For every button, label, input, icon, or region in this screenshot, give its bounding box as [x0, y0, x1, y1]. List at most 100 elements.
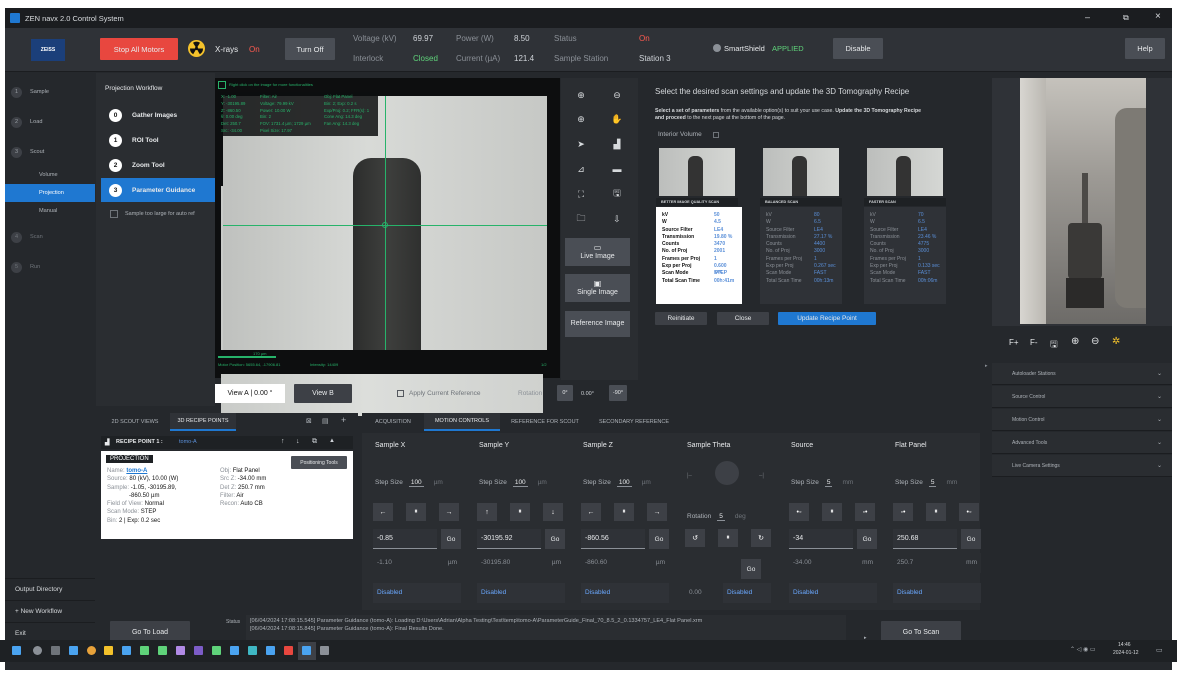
sidebar-item-run[interactable]: 5 Run [11, 257, 93, 277]
notification-icon[interactable]: ▭ [1156, 646, 1163, 654]
rotation-step-input[interactable]: 5 [717, 513, 725, 521]
jog-right-button[interactable]: ◦• [855, 503, 875, 521]
jog-stop-button[interactable]: ⏸ [614, 503, 634, 521]
close-icon[interactable]: × [1155, 11, 1161, 22]
jog-left-button[interactable]: •◦ [789, 503, 809, 521]
zoom-out-icon[interactable]: ⊖ [599, 86, 635, 104]
line-profile-icon[interactable]: ▬ [599, 160, 635, 178]
tray-icons[interactable]: ⌃ ◁ ◉ ▭ [1070, 646, 1096, 653]
scan-option-better-quality[interactable]: BETTER IMAGE QUALITY SCAN kV 50 W 4.5 Sour… [656, 148, 742, 305]
histogram-icon[interactable]: ▟ [599, 135, 635, 153]
step-size-input[interactable]: 100 [616, 479, 632, 487]
save-icon[interactable]: 🖫 [599, 185, 635, 203]
single-image-button[interactable]: ▣ Single Image [565, 274, 630, 302]
sidebar-sub-volume[interactable]: Volume [5, 166, 95, 184]
help-button[interactable]: Help [1125, 38, 1165, 59]
scan-option-balanced[interactable]: BALANCED SCAN kV 80 W 6.5 Source Filter LE4… [760, 148, 842, 305]
target-input[interactable]: -30195.92 [477, 529, 541, 549]
reinitiate-button[interactable]: Reinitiate [655, 312, 707, 325]
jog-right-button[interactable]: → [647, 503, 667, 521]
workflow-step-parameter-guidance[interactable]: 3 Parameter Guidance [101, 178, 215, 202]
task-view-icon[interactable] [51, 646, 60, 655]
step-size-input[interactable]: 5 [928, 479, 937, 487]
search-icon[interactable] [33, 646, 42, 655]
go-button[interactable]: Go [545, 529, 565, 549]
line-plot-icon[interactable]: ⊿ [563, 160, 599, 178]
step-size-input[interactable]: 100 [408, 479, 424, 487]
rotate-stop-button[interactable]: ⏸ [718, 529, 738, 547]
taskbar-app-icon[interactable] [230, 646, 239, 655]
section-autoloader-stations[interactable]: Autoloader Stations ⌄ [992, 363, 1172, 385]
sidebar-item-scan[interactable]: 4 Scan [11, 227, 93, 247]
go-button[interactable]: Go [961, 529, 981, 549]
recipe-grid-icon[interactable]: ⊠ [306, 417, 312, 425]
jog-right-button[interactable]: → [439, 503, 459, 521]
taskbar-app-icon[interactable] [69, 646, 78, 655]
taskbar-app-icon[interactable] [320, 646, 329, 655]
zoom-fit-icon[interactable]: ⊕ [563, 110, 599, 128]
tab-reference-for-scout[interactable]: REFERENCE FOR SCOUT [500, 413, 590, 431]
reference-image-button[interactable]: Reference Image [565, 311, 630, 337]
focus-plus-button[interactable]: F+ [1009, 338, 1019, 347]
camera-light-icon[interactable]: ✲ [1112, 336, 1120, 347]
tab-2d-scout-views[interactable]: 2D SCOUT VIEWS [100, 413, 170, 431]
new-workflow-button[interactable]: + New Workflow [5, 600, 95, 622]
visual-studio-icon[interactable] [176, 646, 185, 655]
minimize-icon[interactable]: – [1085, 12, 1090, 22]
pan-hand-icon[interactable]: ✋ [599, 110, 635, 128]
jog-stop-button[interactable]: ⏸ [822, 503, 842, 521]
positioning-tools-button[interactable]: Positioning Tools [291, 456, 347, 469]
recipe-list-icon[interactable]: ▤ [322, 417, 329, 425]
collapse-icon[interactable]: ▲ [329, 438, 335, 444]
workflow-step-zoom-tool[interactable]: 2 Zoom Tool [101, 153, 215, 177]
sidebar-item-scout[interactable]: 3 Scout [11, 142, 93, 162]
jog-right-button[interactable]: •◦ [959, 503, 979, 521]
tab-motion-controls[interactable]: MOTION CONTROLS [424, 413, 500, 431]
move-down-icon[interactable]: ↓ [296, 438, 300, 445]
rotate-cw-button[interactable]: ↻ [751, 529, 771, 547]
target-input[interactable]: -34 [789, 529, 853, 549]
add-recipe-icon[interactable]: + [341, 415, 346, 425]
tab-acquisition[interactable]: ACQUISITION [362, 413, 424, 431]
close-button[interactable]: Close [717, 312, 769, 325]
sample-too-large-checkbox[interactable] [110, 210, 118, 218]
target-input[interactable]: 250.68 [893, 529, 957, 549]
jog-stop-button[interactable]: ⏸ [926, 503, 946, 521]
theta-dial[interactable]: |– –| [685, 459, 771, 495]
tab-secondary-reference[interactable]: SECONDARY REFERENCE [590, 413, 678, 431]
workflow-step-roi-tool[interactable]: 1 ROI Tool [101, 128, 215, 152]
crop-icon[interactable]: ⛶ [563, 185, 599, 203]
target-input[interactable]: -860.56 [581, 529, 645, 549]
section-source-control[interactable]: Source Control ⌄ [992, 386, 1172, 408]
scan-option-faster[interactable]: FASTER SCAN kV 70 W 6.5 Source Filter LE4 T… [864, 148, 946, 305]
taskbar-app-icon[interactable] [248, 646, 257, 655]
output-directory-button[interactable]: Output Directory [5, 578, 95, 600]
taskbar-app-icon[interactable] [266, 646, 275, 655]
duplicate-icon[interactable]: ⧉ [312, 438, 317, 446]
camera-zoom-out-icon[interactable]: ⊖ [1091, 336, 1099, 347]
camera-zoom-in-icon[interactable]: ⊕ [1071, 336, 1079, 347]
move-up-icon[interactable]: ↑ [281, 438, 285, 445]
workflow-step-gather-images[interactable]: 0 Gather Images [101, 103, 215, 127]
zen-app-icon[interactable] [302, 646, 311, 655]
acrobat-icon[interactable] [284, 646, 293, 655]
camera-feed[interactable] [1020, 78, 1146, 324]
target-input[interactable]: -0.85 [373, 529, 437, 549]
theta-knob[interactable] [715, 461, 739, 485]
go-button[interactable]: Go [741, 559, 761, 579]
disable-button[interactable]: Disable [833, 38, 883, 59]
taskbar-app-icon[interactable] [158, 646, 167, 655]
zoom-in-icon[interactable]: ⊕ [563, 86, 599, 104]
section-motion-control[interactable]: Motion Control ⌄ [992, 409, 1172, 431]
file-explorer-icon[interactable] [104, 646, 113, 655]
go-button[interactable]: Go [441, 529, 461, 549]
pointer-icon[interactable]: ➤ [563, 135, 599, 153]
jog-left-button[interactable]: ← [373, 503, 393, 521]
jog-left-button[interactable]: ◦• [893, 503, 913, 521]
jog-down-button[interactable]: ↓ [543, 503, 563, 521]
sidebar-item-load[interactable]: 2 Load [11, 112, 93, 132]
browser-icon[interactable] [87, 646, 96, 655]
taskbar-app-icon[interactable] [212, 646, 221, 655]
panel-expand-arrow[interactable]: ▸ [985, 363, 988, 369]
step-size-input[interactable]: 5 [824, 479, 833, 487]
